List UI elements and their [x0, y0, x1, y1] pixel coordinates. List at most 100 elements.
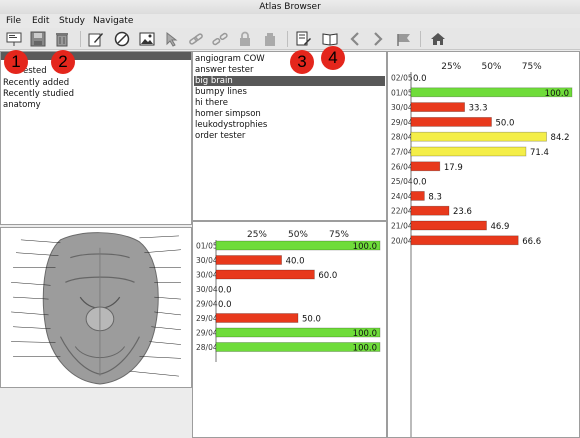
list-item[interactable]: Recently studied	[3, 89, 74, 99]
menu-study[interactable]: Study	[59, 15, 85, 27]
menu-edit[interactable]: Edit	[32, 15, 49, 27]
bar-value-label: 0.0	[218, 300, 232, 310]
chart-small-svg: 25% 50% 75% 01/05 100.0 30/04 40.0 30/04 60.0 30/…	[196, 230, 381, 362]
bar	[410, 146, 527, 157]
bar	[410, 161, 441, 172]
category-label: 20/04	[391, 236, 413, 245]
book-icon[interactable]	[322, 31, 338, 47]
category-label: 30/04	[196, 256, 218, 265]
list-item[interactable]: bumpy lines	[195, 87, 247, 97]
bar-value-label: 33.3	[469, 104, 488, 114]
category-label: 26/04	[391, 162, 413, 171]
bar-value-label: 40.0	[286, 257, 305, 267]
link-icon[interactable]	[188, 31, 204, 47]
bar-value-label: 100.0	[353, 329, 377, 339]
stack-icon[interactable]	[262, 31, 278, 47]
bar	[410, 191, 425, 201]
unlink-icon[interactable]	[212, 31, 228, 47]
bar	[410, 102, 465, 112]
toolbar-separator	[80, 31, 81, 47]
category-label: 25/04	[391, 177, 413, 186]
toolbar-separator	[287, 31, 288, 47]
study-chart-small: 25% 50% 75% 01/05 100.0 30/04 40.0 30/04 60.0 30/…	[192, 221, 387, 438]
bar-value-label: 0.0	[218, 286, 232, 296]
bar-value-label: 71.4	[530, 148, 549, 158]
list-item[interactable]: Recently added	[3, 78, 69, 88]
category-label: 02/05	[391, 74, 413, 83]
flag-icon[interactable]	[396, 31, 412, 47]
collections-list[interactable]: ested Recently added Recently studied an…	[0, 51, 192, 225]
menu-file[interactable]: File	[6, 15, 21, 27]
category-label: 30/04	[196, 271, 218, 280]
edit-icon[interactable]	[88, 31, 104, 47]
bar-value-label: 60.0	[318, 271, 337, 281]
category-label: 28/04	[196, 343, 218, 352]
category-label: 29/04	[196, 329, 218, 338]
trash-icon[interactable]	[54, 31, 70, 47]
category-label: 29/04	[196, 314, 218, 323]
bar-value-label: 66.6	[522, 237, 541, 247]
callout-marker: 2	[51, 50, 75, 74]
list-item[interactable]: answer tester	[195, 65, 253, 75]
bar-value-label: 100.0	[353, 344, 377, 354]
menu-navigate[interactable]: Navigate	[93, 15, 133, 27]
list-selection-highlight	[1, 52, 191, 60]
study-chart-large: 25% 50% 75% 02/05 0.0 01/05 100.0 30/04 33.3 29/0…	[387, 51, 580, 438]
presentation-icon[interactable]	[6, 31, 22, 47]
bar	[410, 205, 450, 216]
chart-large-svg: 25% 50% 75%02/05 0.001/05 100.030/04 33.329/0…	[391, 62, 573, 437]
bar-value-label: 17.9	[444, 163, 463, 173]
bar	[410, 131, 547, 142]
no-entry-icon[interactable]	[114, 31, 130, 47]
notes-icon[interactable]	[295, 31, 311, 47]
image-icon[interactable]	[139, 31, 155, 47]
brain-image	[0, 227, 192, 388]
list-item[interactable]: angiogram COW	[195, 54, 265, 64]
list-item[interactable]: order tester	[195, 131, 245, 141]
bar	[410, 220, 487, 231]
category-label: 28/04	[391, 133, 413, 142]
toolbar-separator	[420, 31, 421, 47]
window-title-bar: Atlas Browser	[0, 0, 580, 14]
callout-marker: 1	[4, 50, 28, 74]
bar-value-label: 84.2	[551, 133, 570, 143]
brain-illustration	[1, 228, 191, 387]
axis-tick-label: 75%	[522, 62, 542, 72]
bar-value-label: 100.0	[353, 242, 377, 252]
bar-value-label: 100.0	[545, 89, 569, 99]
home-icon[interactable]	[430, 31, 446, 47]
bar-value-label: 23.6	[453, 207, 472, 217]
axis-tick-label: 75%	[329, 230, 349, 240]
lock-icon[interactable]	[237, 31, 253, 47]
axis-tick-label: 25%	[247, 230, 267, 240]
window-title: Atlas Browser	[259, 2, 321, 12]
bar-value-label: 8.3	[428, 192, 442, 202]
category-label: 22/04	[391, 207, 413, 216]
category-label: 21/04	[391, 222, 413, 231]
category-label: 01/05	[391, 88, 413, 97]
bar-value-label: 50.0	[302, 315, 321, 325]
bar-value-label: 46.9	[491, 222, 510, 232]
items-list[interactable]: angiogram COW answer tester big brain bu…	[192, 51, 387, 221]
bar	[215, 255, 282, 265]
back-arrow-icon[interactable]	[347, 31, 363, 47]
category-label: 29/04	[391, 118, 413, 127]
category-label: 30/04	[196, 285, 218, 294]
callout-marker: 3	[290, 50, 314, 74]
forward-arrow-icon[interactable]	[370, 31, 386, 47]
category-label: 27/04	[391, 148, 413, 157]
bar-value-label: 0.0	[413, 178, 427, 188]
category-label: 30/04	[391, 103, 413, 112]
list-item[interactable]: leukodystrophies	[195, 120, 267, 130]
list-item[interactable]: anatomy	[3, 100, 41, 110]
axis-tick-label: 25%	[441, 62, 461, 72]
list-item[interactable]: hi there	[195, 98, 228, 108]
bar	[410, 117, 492, 127]
list-item[interactable]: homer simpson	[195, 109, 261, 119]
bar-value-label: 50.0	[496, 118, 515, 128]
save-icon[interactable]	[30, 31, 46, 47]
bar	[215, 313, 299, 323]
list-item-selected[interactable]: big brain	[194, 76, 385, 86]
toolbar	[0, 28, 580, 50]
cursor-icon[interactable]	[164, 31, 180, 47]
